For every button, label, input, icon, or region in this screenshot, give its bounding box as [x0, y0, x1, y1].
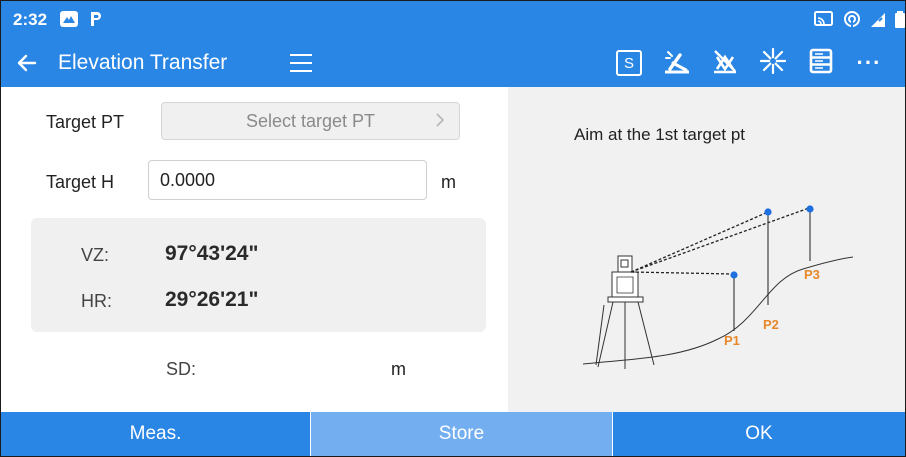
- sd-label: SD:: [166, 359, 197, 379]
- signal-icon: [870, 10, 886, 28]
- app-bar: Elevation Transfer S ···: [1, 39, 905, 87]
- toolbar: S ···: [605, 47, 893, 79]
- s-label: S: [623, 54, 634, 72]
- sparkle-button[interactable]: [749, 47, 797, 79]
- status-icons: [814, 10, 905, 28]
- target-h-input[interactable]: 0.0000: [148, 160, 427, 200]
- more-icon: ···: [856, 50, 882, 75]
- laser-button[interactable]: [653, 47, 701, 79]
- no-prism-icon: [711, 47, 739, 80]
- target-pt-label: Target PT: [46, 112, 125, 132]
- hr-label: HR:: [81, 291, 112, 311]
- hotspot-icon: [843, 10, 861, 28]
- status-bar: 2:32: [1, 1, 905, 39]
- bottom-action-bar: Meas. Store OK: [1, 412, 905, 456]
- vz-value: 97°43'24": [165, 242, 259, 265]
- target-h-unit: m: [441, 172, 456, 192]
- p-badge-icon: [85, 10, 105, 28]
- store-button[interactable]: Store: [310, 412, 613, 456]
- s-mode-button[interactable]: S: [605, 47, 653, 79]
- cast-icon: [814, 10, 834, 28]
- target-dot-p1: [730, 271, 738, 279]
- menu-icon[interactable]: [290, 54, 312, 72]
- point-label-p3: P3: [804, 267, 820, 282]
- battery-icon: [895, 10, 905, 28]
- measurement-panel: Target PT Select target PT Target H 0.00…: [1, 87, 508, 412]
- list-icon: [809, 48, 833, 79]
- sparkle-icon: [759, 47, 787, 80]
- page-title: Elevation Transfer: [58, 51, 228, 74]
- select-target-pt-button[interactable]: Select target PT: [161, 102, 460, 140]
- back-arrow-icon[interactable]: [13, 49, 41, 77]
- aim-hint: Aim at the 1st target pt: [574, 125, 746, 144]
- chevron-right-icon: [435, 110, 445, 135]
- target-h-label: Target H: [46, 172, 115, 192]
- select-target-pt-text: Select target PT: [245, 110, 376, 131]
- mountain-badge-icon: [59, 10, 79, 28]
- no-prism-button[interactable]: [701, 47, 749, 79]
- target-h-value: 0.0000: [160, 169, 216, 190]
- ok-button[interactable]: OK: [613, 412, 905, 456]
- more-button[interactable]: ···: [845, 47, 893, 79]
- sd-unit: m: [391, 359, 406, 379]
- elevation-transfer-diagram: P1 P2 P3: [582, 205, 854, 369]
- target-dot-p3: [806, 205, 814, 213]
- illustration-panel: Aim at the 1st target pt P1 P2 P3: [508, 87, 905, 412]
- s-box-icon: S: [616, 50, 642, 76]
- meas-button[interactable]: Meas.: [1, 412, 310, 456]
- point-label-p1: P1: [724, 333, 740, 348]
- hr-value: 29°26'21": [165, 288, 259, 311]
- laser-icon: [662, 47, 692, 80]
- point-label-p2: P2: [763, 317, 779, 332]
- total-station-icon: [595, 255, 655, 369]
- status-time: 2:32: [13, 10, 48, 29]
- angles-box: VZ: 97°43'24" HR: 29°26'21": [31, 218, 486, 332]
- target-dot-p2: [764, 208, 772, 216]
- list-button[interactable]: [797, 47, 845, 79]
- vz-label: VZ:: [81, 245, 110, 265]
